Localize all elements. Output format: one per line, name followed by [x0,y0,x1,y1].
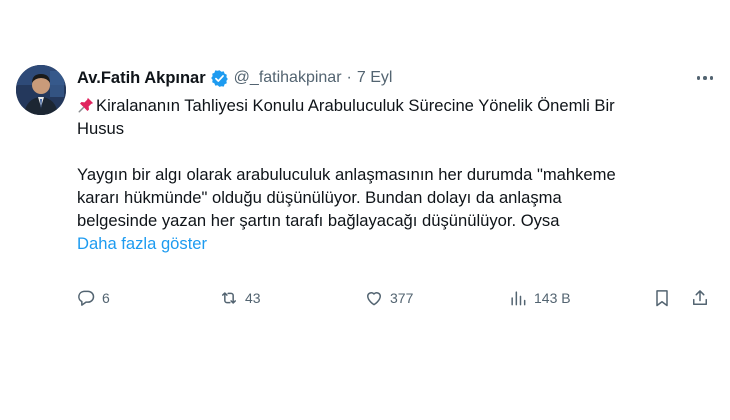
views-icon [511,291,526,306]
separator-dot: · [346,69,352,86]
share-button[interactable] [690,286,710,310]
like-icon [367,292,381,306]
tweet-line: belgesinde yazan her şartın tarafı bağla… [77,211,560,230]
verified-badge-icon [210,69,228,87]
reply-button[interactable]: 6 [76,286,110,310]
view-count: 143 B [534,290,571,306]
action-bar: 6 43 377 143 B [0,286,730,310]
tweet-line: Husus [77,119,125,138]
views-button[interactable]: 143 B [508,286,571,310]
tweet-header: Av.Fatih Akpınar @_fatihakpinar · 7 Eyl [77,66,392,90]
bookmark-icon [656,290,668,307]
author-name[interactable]: Av.Fatih Akpınar [77,69,206,88]
tweet-line: Kiralananın Tahliyesi Konulu Arabuluculu… [77,94,697,117]
reply-count: 6 [102,290,110,306]
tweet-date[interactable]: 7 Eyl [357,69,393,87]
avatar[interactable] [16,65,66,115]
tweet-line: kararı hükmünde" olduğu düşünülüyor. Bun… [77,188,562,207]
reply-icon [78,290,95,306]
share-icon [693,290,707,305]
like-button[interactable]: 377 [364,286,413,310]
pushpin-icon [78,97,94,113]
retweet-button[interactable]: 43 [219,286,261,310]
tweet-card[interactable]: Av.Fatih Akpınar @_fatihakpinar · 7 Eyl … [0,0,730,420]
retweet-icon [222,292,236,304]
tweet-line: Yaygın bir algı olarak arabuluculuk anla… [77,165,616,184]
more-options-icon[interactable] [690,70,720,86]
tweet-text: Kiralananın Tahliyesi Konulu Arabuluculu… [77,94,697,255]
show-more-link[interactable]: Daha fazla göster [77,232,207,255]
paragraph-break [77,140,697,163]
retweet-count: 43 [245,290,261,306]
avatar-image [16,65,66,115]
like-count: 377 [390,290,414,306]
author-handle[interactable]: @_fatihakpinar [234,69,342,87]
bookmark-button[interactable] [652,286,672,310]
tweet-line-text: Kiralananın Tahliyesi Konulu Arabuluculu… [96,96,615,115]
